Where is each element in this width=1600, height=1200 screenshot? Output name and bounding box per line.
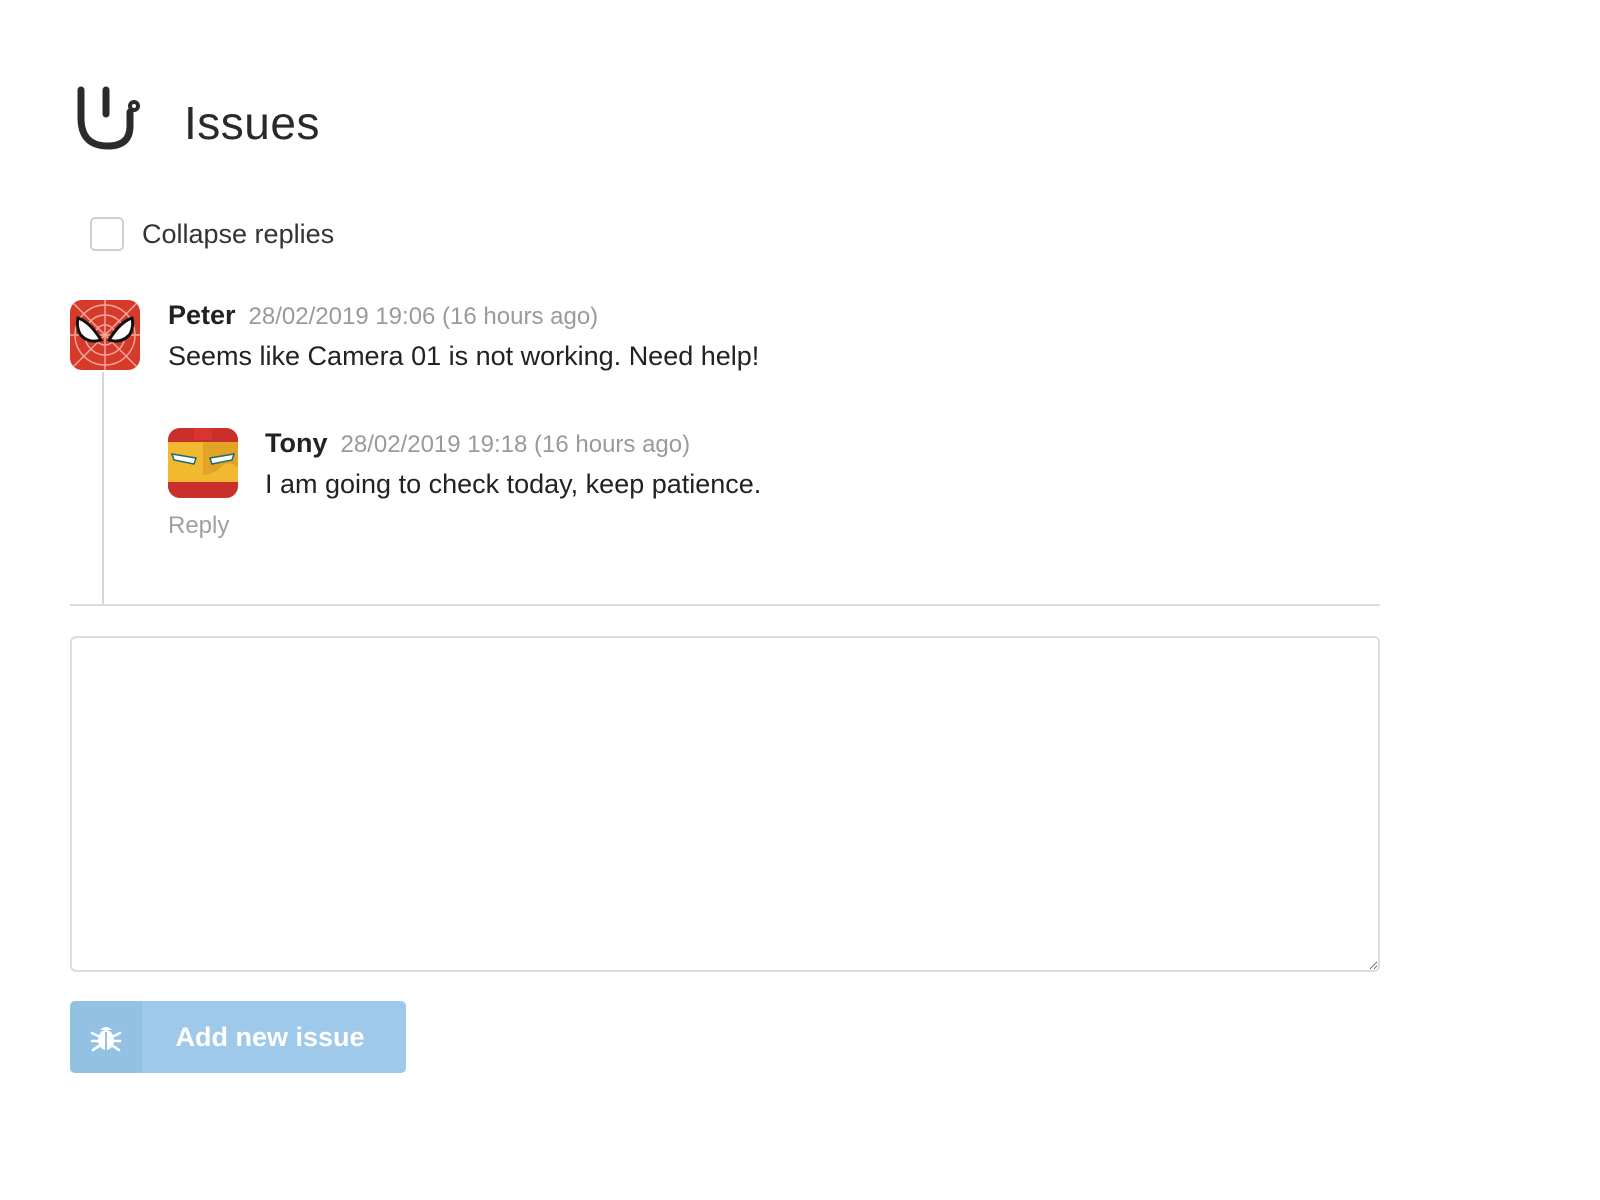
stethoscope-icon — [77, 86, 140, 150]
spiderman-avatar-icon — [70, 300, 140, 370]
comment-item: Peter 28/02/2019 19:06 (16 hours ago) Se… — [70, 300, 1380, 372]
comment-author: Peter — [168, 300, 236, 330]
comment-text: Seems like Camera 01 is not working. Nee… — [168, 341, 760, 371]
comment-thread: Peter 28/02/2019 19:06 (16 hours ago) Se… — [70, 300, 1380, 606]
comment-meta: Peter 28/02/2019 19:06 (16 hours ago) — [168, 300, 759, 331]
comment-timestamp: 28/02/2019 19:06 (16 hours ago) — [248, 303, 599, 330]
reply-author: Tony — [265, 428, 328, 458]
page-title: Issues — [184, 97, 320, 149]
reply-text: I am going to check today, keep patience… — [265, 469, 762, 499]
collapse-replies-checkbox[interactable] — [90, 217, 124, 251]
add-new-issue-button[interactable]: Add new issue — [70, 1001, 406, 1073]
spiderman-avatar — [70, 300, 140, 370]
issues-page: Issues Collapse replies Peter 28/02/2019… — [0, 0, 1600, 1200]
ironman-avatar — [168, 428, 238, 498]
add-new-issue-label: Add new issue — [175, 1021, 365, 1052]
page-header: Issues — [72, 84, 320, 162]
reply-item: Tony 28/02/2019 19:18 (16 hours ago) I a… — [168, 428, 761, 500]
reply-timestamp: 28/02/2019 19:18 (16 hours ago) — [340, 431, 691, 458]
reply-body: Tony 28/02/2019 19:18 (16 hours ago) I a… — [265, 428, 761, 500]
collapse-replies-toggle[interactable]: Collapse replies — [90, 217, 334, 251]
reply-meta: Tony 28/02/2019 19:18 (16 hours ago) — [265, 428, 761, 459]
bug-icon — [90, 1027, 122, 1052]
reply-block: Tony 28/02/2019 19:18 (16 hours ago) I a… — [168, 428, 761, 540]
bug-icon-box — [70, 1001, 142, 1073]
new-issue-textarea[interactable] — [70, 636, 1380, 972]
comment-body: Peter 28/02/2019 19:06 (16 hours ago) Se… — [168, 300, 759, 372]
reply-link[interactable]: Reply — [168, 512, 761, 540]
collapse-replies-label: Collapse replies — [142, 218, 335, 249]
thread-divider — [70, 604, 1380, 606]
thread-connector-line — [102, 372, 104, 606]
ironman-avatar-icon — [168, 428, 238, 498]
